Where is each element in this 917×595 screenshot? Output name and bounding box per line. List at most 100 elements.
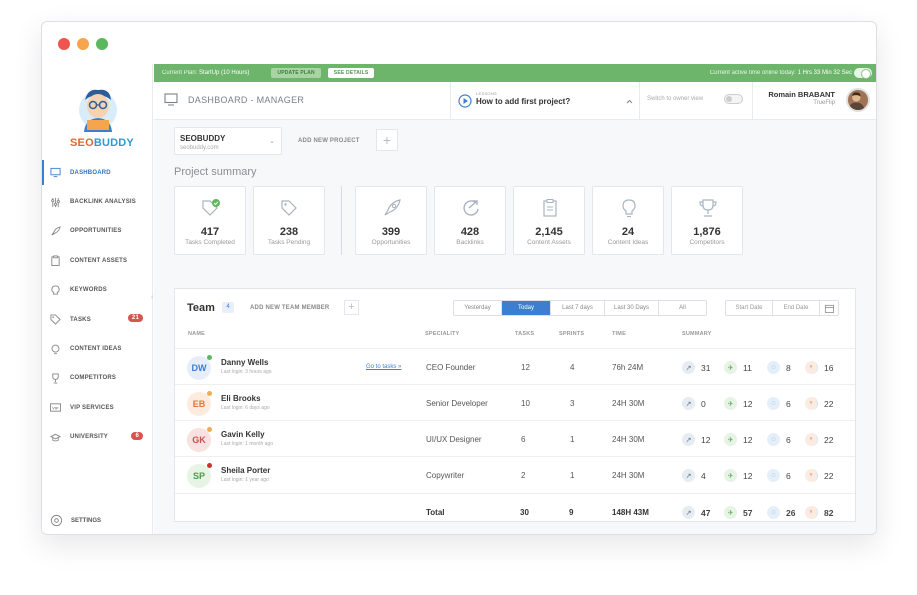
project-summary-title: Project summary bbox=[174, 166, 257, 178]
add-member-plus-button[interactable]: + bbox=[344, 300, 359, 315]
date-range: Start Date End Date bbox=[725, 300, 839, 316]
col-speciality: SPECIALITY bbox=[425, 331, 460, 337]
user-avatar-icon bbox=[848, 92, 865, 110]
calendar-icon[interactable] bbox=[820, 301, 838, 315]
member-name[interactable]: Danny Wells bbox=[221, 358, 268, 367]
sidebar-item-vip-services[interactable]: VIP VIP SERVICES bbox=[42, 393, 153, 422]
sidebar-item-content-assets[interactable]: CONTENT ASSETS bbox=[42, 246, 153, 275]
clipboard-icon bbox=[543, 199, 557, 217]
member-time: 24H 30M bbox=[612, 399, 645, 408]
backlink-icon: ↗ bbox=[682, 469, 695, 482]
add-team-member-link[interactable]: ADD NEW TEAM MEMBER bbox=[250, 305, 329, 311]
lesson-selector[interactable]: LESSONS How to add first project? bbox=[450, 82, 640, 120]
summary-card-backlinks[interactable]: 428 Backlinks bbox=[434, 186, 506, 255]
avatar-initials: DW bbox=[191, 363, 207, 373]
col-summary: SUMMARY bbox=[682, 331, 712, 337]
trophy-icon: ♆ bbox=[805, 433, 818, 446]
filter-last-7-days[interactable]: Last 7 days bbox=[551, 301, 605, 315]
add-project-plus-button[interactable]: + bbox=[376, 129, 398, 151]
summary-card-tasks-completed[interactable]: 417 Tasks Completed bbox=[174, 186, 246, 255]
table-row[interactable]: SP Sheila Porter Last login: 1 year ago Cop… bbox=[175, 456, 855, 492]
avatar[interactable]: GK bbox=[187, 427, 212, 452]
sidebar-item-opportunities[interactable]: OPPORTUNITIES bbox=[42, 217, 153, 246]
avatar[interactable] bbox=[846, 88, 870, 112]
avatar[interactable]: SP bbox=[187, 463, 212, 488]
add-new-project-link[interactable]: ADD NEW PROJECT bbox=[298, 138, 360, 144]
member-name[interactable]: Gavin Kelly bbox=[221, 430, 265, 439]
update-plan-button[interactable]: UPDATE PLAN bbox=[271, 68, 321, 78]
backlink-icon: ↗ bbox=[682, 433, 695, 446]
member-sprints: 1 bbox=[570, 471, 575, 480]
filter-last-30-days[interactable]: Last 30 Days bbox=[605, 301, 659, 315]
sidebar: SEOBUDDY DASHBOARD BACKLINK ANALYSIS OPP… bbox=[42, 64, 153, 534]
trophy-icon: ♆ bbox=[805, 469, 818, 482]
summary-divider bbox=[341, 186, 342, 255]
sidebar-item-keywords[interactable]: KEYWORDS bbox=[42, 276, 153, 305]
summary-card-competitors[interactable]: 1,876 Competitors bbox=[671, 186, 743, 255]
avatar[interactable]: DW bbox=[187, 355, 212, 380]
active-time-label: Current active time online today: bbox=[709, 70, 796, 76]
status-dot bbox=[207, 355, 212, 360]
filter-yesterday[interactable]: Yesterday bbox=[454, 301, 502, 315]
sidebar-item-dashboard[interactable]: DASHBOARD bbox=[42, 158, 153, 187]
member-tasks: 6 bbox=[521, 435, 526, 444]
summary-card-tasks-pending[interactable]: 238 Tasks Pending bbox=[253, 186, 325, 255]
member-last-login: Last login: 6 days ago bbox=[221, 405, 270, 411]
member-last-login: Last login: 1 month ago bbox=[221, 441, 273, 447]
active-time-toggle[interactable] bbox=[854, 68, 872, 79]
sidebar-item-university[interactable]: UNIVERSITY 6 bbox=[42, 423, 153, 452]
plan-value: StartUp (10 Hours) bbox=[199, 70, 250, 76]
sidebar-item-content-ideas[interactable]: CONTENT IDEAS bbox=[42, 334, 153, 363]
sidebar-item-label: CONTENT IDEAS bbox=[70, 346, 122, 353]
col-sprints: SPRINTS bbox=[559, 331, 585, 337]
member-name[interactable]: Sheila Porter bbox=[221, 466, 270, 475]
collapse-sidebar-icon[interactable]: ‹ bbox=[151, 294, 153, 301]
chevron-up-icon bbox=[626, 99, 633, 104]
lightbulb-icon: ◌ bbox=[767, 433, 780, 446]
start-date-input[interactable]: Start Date bbox=[726, 301, 773, 315]
user-company: TrueFlip bbox=[813, 100, 835, 106]
project-selector[interactable]: SEOBUDDY seobuddy.com ⌄ bbox=[174, 127, 282, 155]
summary-card-opportunities[interactable]: 399 Opportunities bbox=[355, 186, 427, 255]
project-name: SEOBUDDY bbox=[180, 134, 226, 143]
total-label: Total bbox=[426, 508, 445, 517]
plan-label: Current Plan: bbox=[162, 70, 198, 76]
maximize-window-dot[interactable] bbox=[96, 38, 108, 50]
filter-all[interactable]: All bbox=[659, 301, 706, 315]
user-profile[interactable]: Romain BRABANT TrueFlip bbox=[752, 82, 876, 120]
filter-today[interactable]: Today bbox=[502, 301, 551, 315]
end-date-input[interactable]: End Date bbox=[773, 301, 820, 315]
play-circle-icon bbox=[458, 94, 472, 108]
brand-name: SEOBUDDY bbox=[70, 137, 134, 149]
summary-card-content-ideas[interactable]: 24 Content Ideas bbox=[592, 186, 664, 255]
member-speciality: Copywriter bbox=[426, 471, 465, 480]
sidebar-item-backlink-analysis[interactable]: BACKLINK ANALYSIS bbox=[42, 187, 153, 216]
member-time: 24H 30M bbox=[612, 435, 645, 444]
see-details-button[interactable]: SEE DETAILS bbox=[327, 68, 375, 78]
member-opportunities: ✈ 12 bbox=[724, 469, 752, 482]
period-filter: Yesterday Today Last 7 days Last 30 Days… bbox=[453, 300, 707, 316]
summary-card-content-assets[interactable]: 2,145 Content Assets bbox=[513, 186, 585, 255]
university-count-badge: 6 bbox=[131, 431, 143, 440]
minimize-window-dot[interactable] bbox=[77, 38, 89, 50]
sidebar-item-tasks[interactable]: TASKS 21 bbox=[42, 305, 153, 334]
member-name[interactable]: Eli Brooks bbox=[221, 394, 261, 403]
owner-view-toggle[interactable] bbox=[724, 94, 743, 104]
summary-value: 238 bbox=[279, 226, 299, 238]
table-row[interactable]: DW Danny Wells Last login: 3 hours ago Go t… bbox=[175, 348, 855, 384]
app-window: SEOBUDDY DASHBOARD BACKLINK ANALYSIS OPP… bbox=[41, 21, 877, 535]
table-row[interactable]: GK Gavin Kelly Last login: 1 month ago UI/U… bbox=[175, 420, 855, 456]
table-row[interactable]: EB Eli Brooks Last login: 6 days ago Senior… bbox=[175, 384, 855, 420]
sidebar-item-competitors[interactable]: COMPETITORS bbox=[42, 364, 153, 393]
member-time: 76h 24M bbox=[612, 363, 644, 372]
close-window-dot[interactable] bbox=[58, 38, 70, 50]
go-to-tasks-link[interactable]: Go to tasks » bbox=[366, 364, 401, 370]
member-backlinks: ↗ 31 bbox=[682, 361, 710, 374]
sidebar-item-settings[interactable]: SETTINGS bbox=[50, 514, 101, 527]
member-opportunities: ✈ 11 bbox=[724, 361, 752, 374]
rocket-icon bbox=[384, 199, 401, 216]
lesson-title: How to add first project? bbox=[476, 97, 571, 106]
avatar[interactable]: EB bbox=[187, 391, 212, 416]
member-competitors: ♆ 16 bbox=[805, 361, 833, 374]
rocket-icon: ✈ bbox=[724, 361, 737, 374]
